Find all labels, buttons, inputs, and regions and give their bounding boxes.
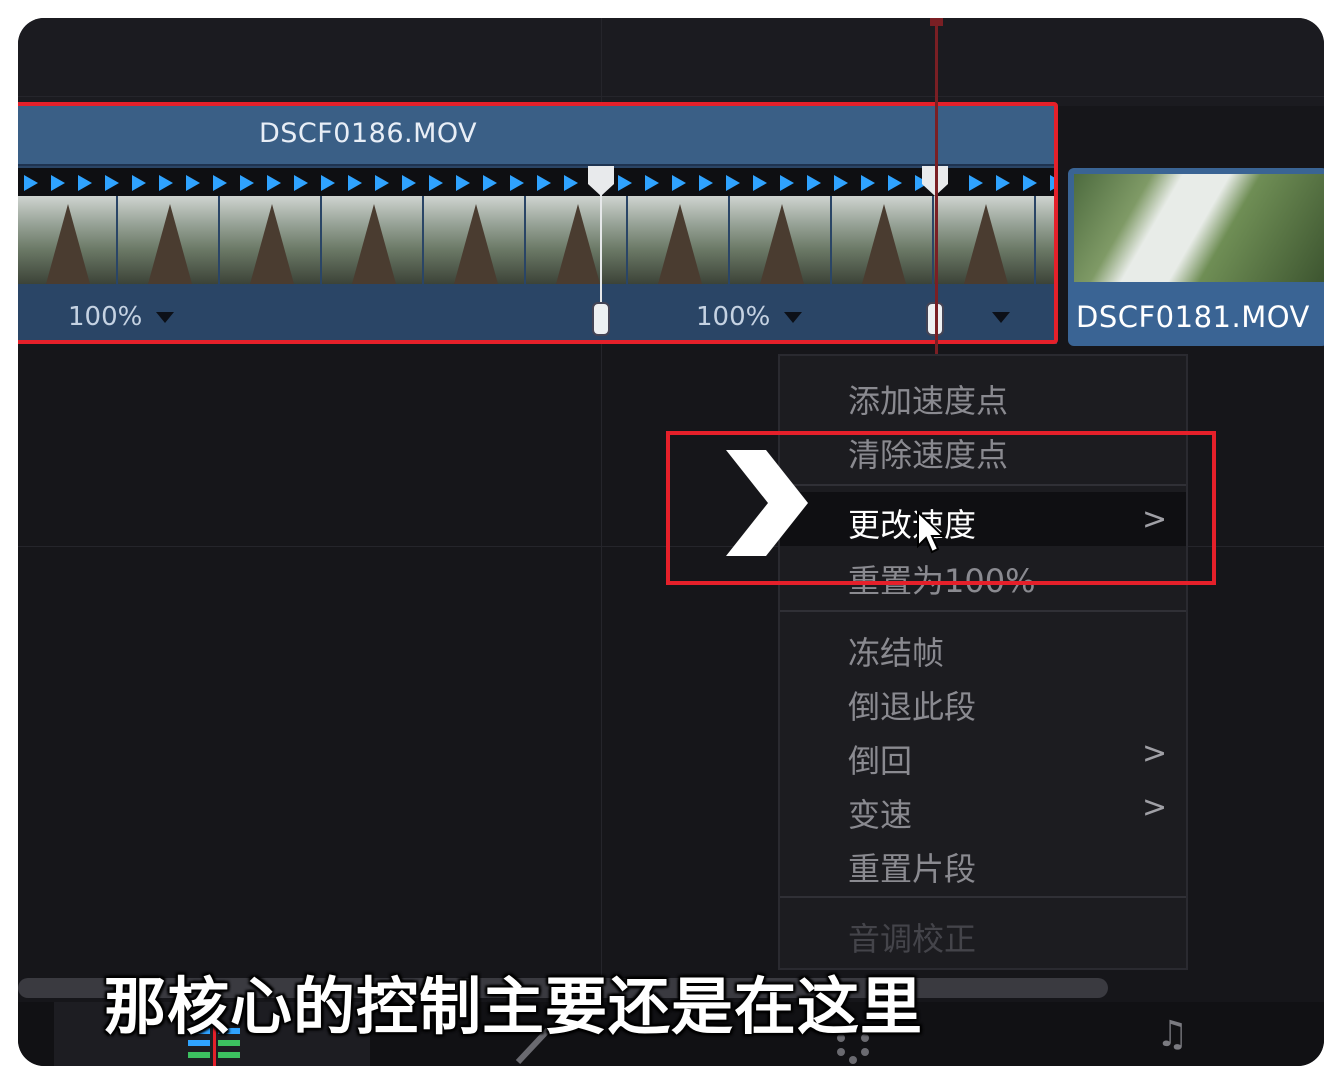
- submenu-chevron-icon: >: [1142, 790, 1168, 825]
- clip-thumbnail: [1074, 174, 1324, 282]
- menu-item-pitch-correction: 音调校正: [848, 920, 977, 958]
- grid-line: [18, 96, 1324, 97]
- clip-name: DSCF0181.MOV: [1076, 300, 1310, 334]
- highlight-box-clip: [18, 102, 1058, 344]
- mouse-cursor-icon: [917, 510, 946, 554]
- menu-item-rewind[interactable]: 倒回: [848, 736, 912, 782]
- playhead-line[interactable]: [935, 18, 938, 356]
- menu-item-reverse-segment[interactable]: 倒退此段: [848, 682, 976, 728]
- menu-item-add-speed-point[interactable]: 添加速度点: [848, 376, 1008, 422]
- menu-item-reset-clip[interactable]: 重置片段: [848, 844, 976, 890]
- submenu-chevron-icon: >: [1142, 736, 1168, 771]
- empty-track-area: [18, 18, 1324, 106]
- menu-separator: [780, 896, 1186, 898]
- pointer-chevron-icon: [726, 450, 808, 556]
- menu-separator: [780, 610, 1186, 612]
- menu-item-freeze-frame[interactable]: 冻结帧: [848, 628, 944, 674]
- fairlight-music-icon[interactable]: ♫: [1156, 1014, 1188, 1055]
- timeline-clip-second[interactable]: DSCF0181.MOV: [1068, 168, 1324, 346]
- video-subtitle: 那核心的控制主要还是在这里: [104, 970, 924, 1043]
- editor-window: DSCF0186.MOV 100% 100% DSCF0181.MOV 添加速度…: [18, 18, 1324, 1066]
- menu-item-ramp[interactable]: 变速: [848, 790, 912, 836]
